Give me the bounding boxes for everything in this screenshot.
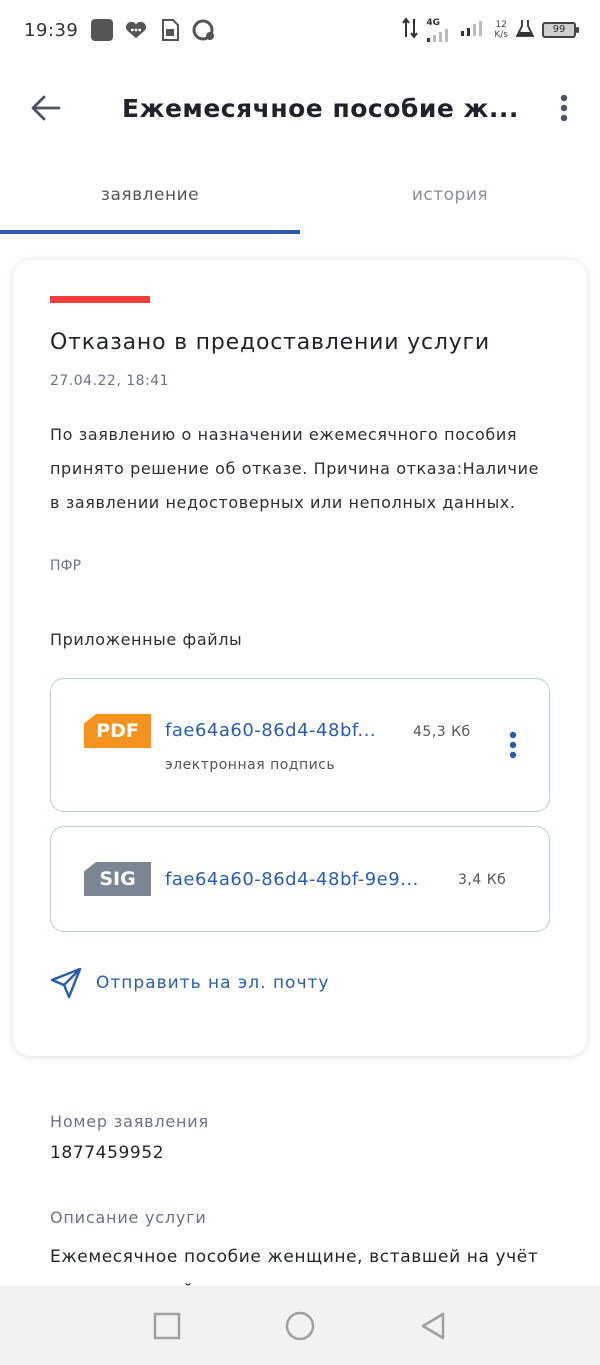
attached-files-heading: Приложенные файлы bbox=[50, 630, 243, 649]
application-number-value: 1877459952 bbox=[50, 1143, 165, 1163]
status-indicator-stripe bbox=[50, 296, 150, 303]
tab-history[interactable]: история bbox=[300, 156, 600, 234]
app-notification-icon bbox=[90, 18, 114, 42]
file-size: 3,4 Кб bbox=[458, 872, 507, 888]
notification-icons bbox=[90, 18, 216, 42]
lab-flask-icon bbox=[515, 18, 535, 42]
file-size: 45,3 Кб bbox=[413, 724, 471, 740]
file-item-sig[interactable]: SIG fae64a60-86d4-48bf-9e9... 3,4 Кб bbox=[50, 826, 550, 932]
square-icon bbox=[153, 1312, 180, 1339]
pdf-file-icon: PDF bbox=[84, 714, 151, 748]
battery-icon: 99 bbox=[542, 22, 579, 38]
signal-bars-icon bbox=[460, 20, 486, 40]
status-description: По заявлению о назначении ежемесячного п… bbox=[50, 425, 540, 512]
file-item-pdf[interactable]: PDF fae64a60-86d4-48bf... 45,3 Кб электр… bbox=[50, 678, 550, 812]
circle-icon bbox=[285, 1311, 315, 1340]
sig-file-icon: SIG bbox=[84, 862, 151, 896]
network-speed: 12 K/s bbox=[494, 20, 508, 40]
status-time: 19:39 bbox=[24, 19, 79, 41]
system-back-button[interactable] bbox=[409, 1302, 457, 1350]
status-bar: 19:39 4G 12 K/s 99 bbox=[0, 0, 600, 60]
send-email-button[interactable]: Отправить на эл. почту bbox=[50, 963, 329, 1003]
tab-application[interactable]: заявление bbox=[0, 156, 300, 234]
signal-4g-icon: 4G bbox=[426, 18, 452, 42]
app-bar: Ежемесячное пособие ж... bbox=[0, 60, 600, 156]
sim-card-icon bbox=[158, 18, 182, 42]
application-number-label: Номер заявления bbox=[50, 1112, 209, 1131]
status-source: ПФР bbox=[50, 558, 82, 574]
file-more-button[interactable] bbox=[495, 723, 531, 767]
recent-apps-button[interactable] bbox=[143, 1302, 191, 1350]
status-title: Отказано в предоставлении услуги bbox=[50, 330, 491, 355]
tab-bar: заявление история bbox=[0, 156, 600, 234]
more-vertical-icon bbox=[560, 94, 568, 122]
triangle-back-icon bbox=[422, 1312, 445, 1339]
file-name[interactable]: fae64a60-86d4-48bf-9e9... bbox=[165, 869, 419, 890]
home-button[interactable] bbox=[276, 1302, 324, 1350]
file-name[interactable]: fae64a60-86d4-48bf... bbox=[165, 720, 376, 741]
status-date: 27.04.22, 18:41 bbox=[50, 373, 170, 389]
more-menu-button[interactable] bbox=[528, 60, 600, 156]
system-navigation-bar bbox=[0, 1286, 600, 1365]
data-transfer-icon bbox=[402, 17, 419, 43]
application-status-card: Отказано в предоставлении услуги 27.04.2… bbox=[13, 260, 587, 1056]
page-title: Ежемесячное пособие ж... bbox=[122, 93, 519, 123]
heart-message-icon bbox=[124, 18, 148, 42]
service-description-label: Описание услуги bbox=[50, 1208, 207, 1227]
file-subtitle: электронная подпись bbox=[165, 757, 336, 773]
status-right: 4G 12 K/s 99 bbox=[402, 17, 579, 43]
more-vertical-icon bbox=[509, 731, 517, 759]
location-app-icon bbox=[192, 18, 216, 42]
send-plane-icon bbox=[50, 967, 82, 999]
send-email-label: Отправить на эл. почту bbox=[96, 973, 330, 993]
arrow-left-icon bbox=[31, 95, 61, 121]
back-button[interactable] bbox=[0, 60, 92, 156]
